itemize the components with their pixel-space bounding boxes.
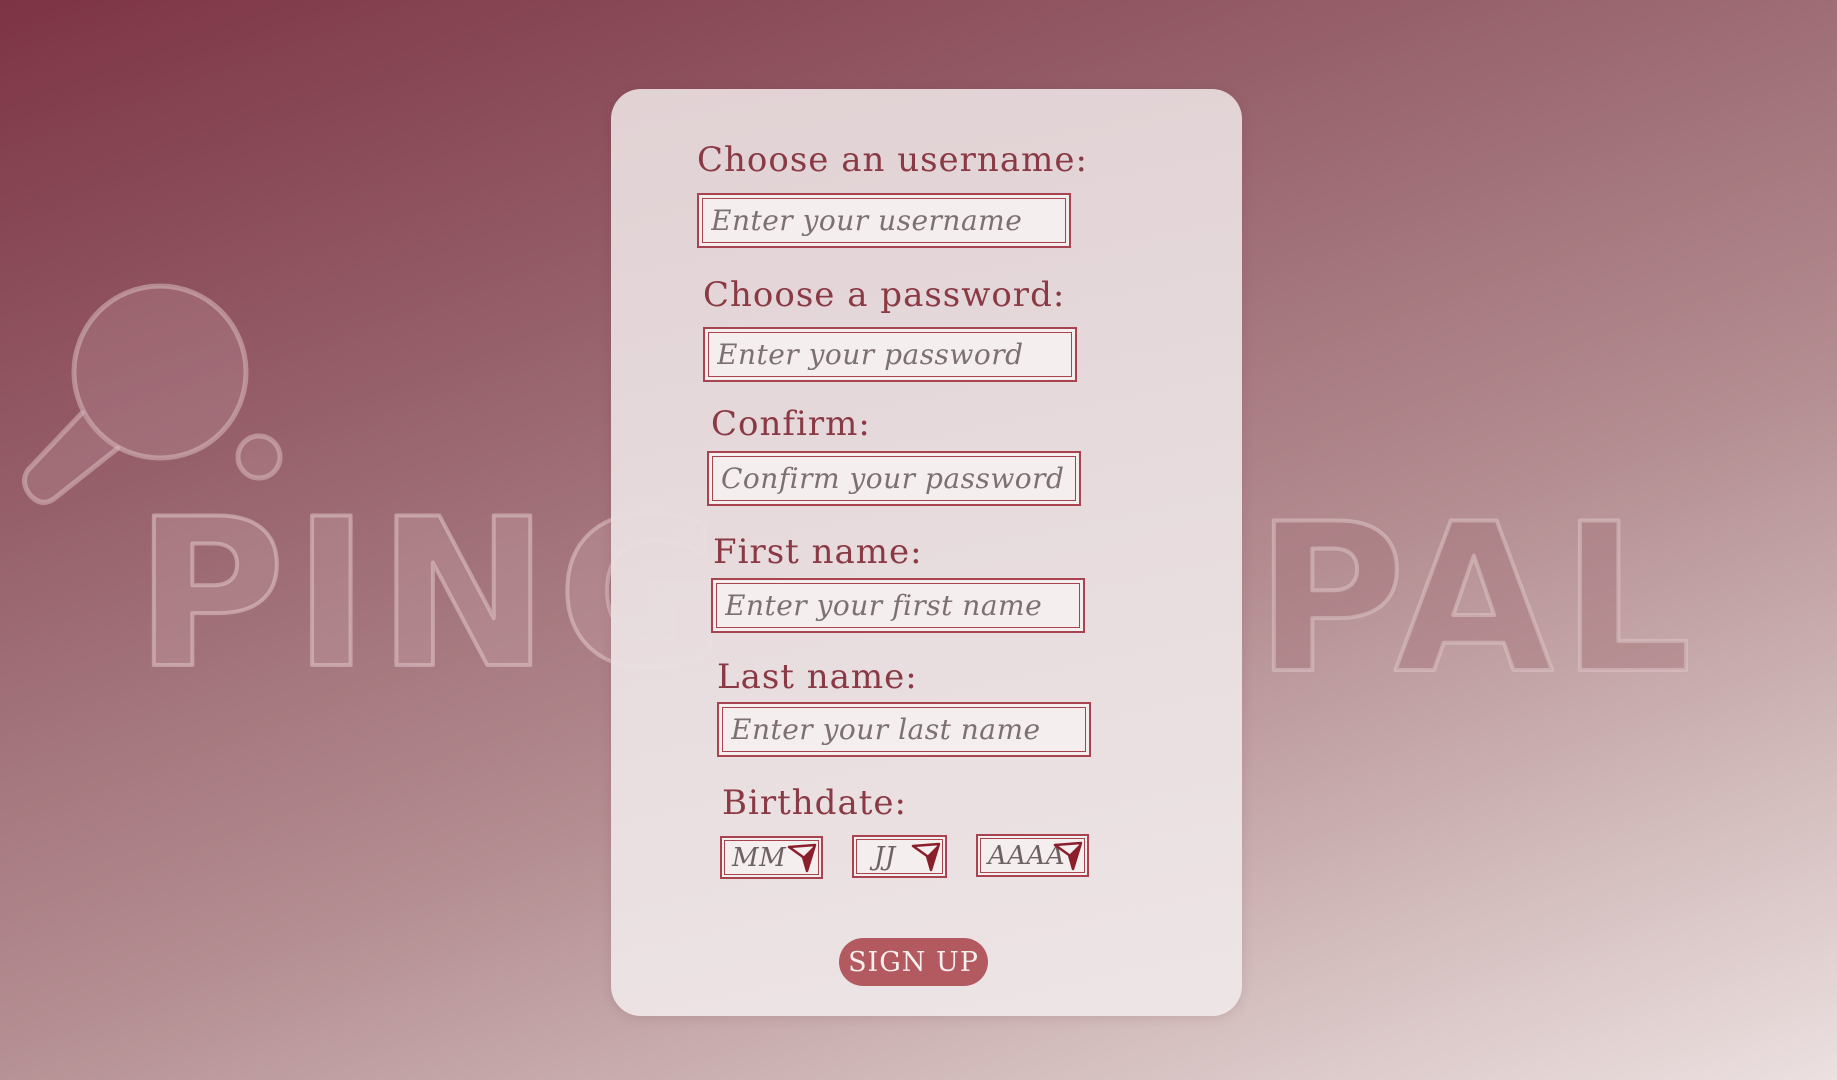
chevron-down-icon (1053, 841, 1083, 871)
username-input[interactable] (697, 193, 1071, 248)
first-name-input[interactable] (711, 578, 1085, 633)
birth-year-select[interactable]: AAAA (976, 834, 1089, 877)
logo-word-right: PAL (1255, 481, 1700, 719)
last-name-label: Last name: (717, 657, 918, 697)
birth-month-select[interactable]: MM (720, 836, 823, 879)
chevron-down-icon (911, 842, 941, 872)
confirm-label: Confirm: (711, 404, 871, 444)
last-name-input[interactable] (717, 702, 1091, 757)
ping-pong-paddle-icon (22, 283, 283, 505)
password-label: Choose a password: (703, 275, 1066, 315)
sign-up-button[interactable]: SIGN UP (839, 938, 988, 986)
birth-day-select[interactable]: JJ (852, 835, 947, 878)
birthdate-label: Birthdate: (722, 783, 907, 823)
birth-day-value: JJ (874, 841, 896, 872)
username-label: Choose an username: (697, 140, 1088, 180)
first-name-label: First name: (713, 532, 923, 572)
birth-month-value: MM (732, 842, 787, 873)
chevron-down-icon (787, 843, 817, 873)
confirm-password-input[interactable] (707, 451, 1081, 506)
password-input[interactable] (703, 327, 1077, 382)
